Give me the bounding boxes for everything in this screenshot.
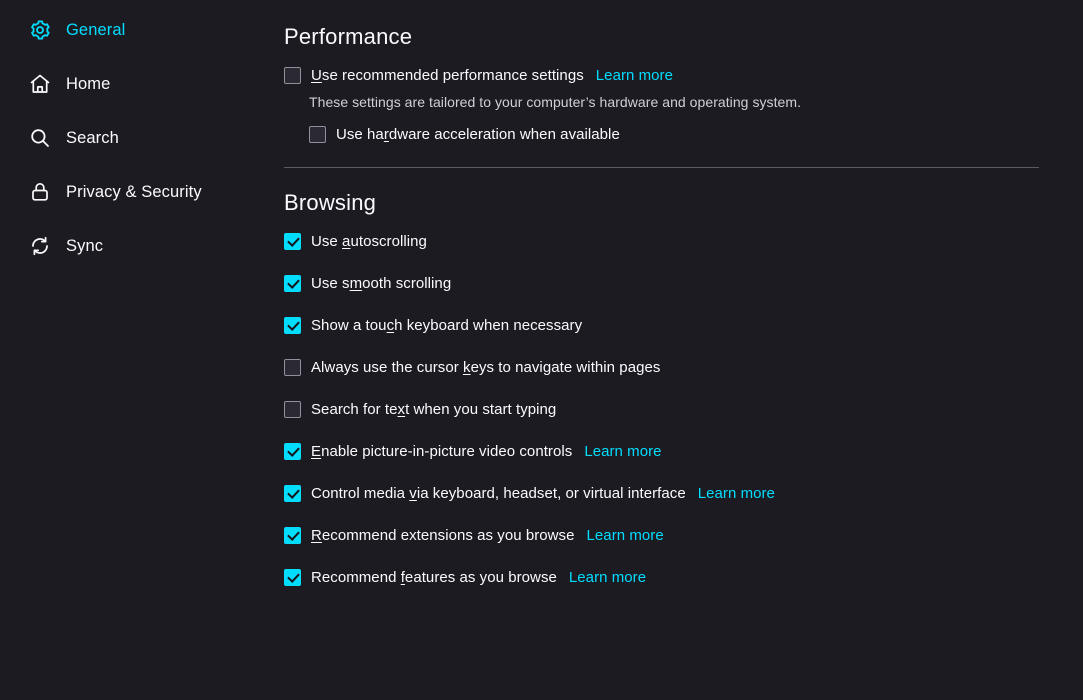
learn-more-link[interactable]: Learn more [698, 485, 775, 502]
settings-sidebar: General Home Search Privacy & Security S… [0, 0, 280, 700]
performance-section: Performance Use recommended performance … [280, 24, 1083, 169]
home-icon [28, 72, 52, 96]
checkbox-label: Show a touch keyboard when necessary [311, 317, 583, 335]
checkbox-row[interactable]: Use autoscrolling [280, 229, 1083, 255]
checkbox-row[interactable]: Enable picture-in-picture video controls… [280, 439, 1083, 465]
checkbox-row-recommended-performance[interactable]: Use recommended performance settings Lea… [280, 62, 1083, 88]
sidebar-item-sync[interactable]: Sync [8, 228, 272, 264]
search-icon [28, 126, 52, 150]
checkbox-row[interactable]: Use smooth scrolling [280, 271, 1083, 297]
lock-icon [28, 180, 52, 204]
checkbox-label: Recommend extensions as you browse [311, 527, 575, 545]
checkbox-browsing-option[interactable] [284, 275, 301, 293]
checkbox-row[interactable]: Recommend extensions as you browse Learn … [280, 523, 1083, 549]
checkbox-label: Use recommended performance settings [311, 66, 584, 84]
accesskey-letter: v [409, 485, 417, 503]
accesskey-letter: E [311, 443, 322, 461]
sidebar-item-search[interactable]: Search [8, 120, 272, 156]
checkbox-browsing-option[interactable] [284, 443, 301, 461]
browsing-heading: Browsing [284, 190, 377, 216]
accesskey-letter: m [349, 275, 363, 293]
checkbox-label: Control media via keyboard, headset, or … [311, 485, 686, 503]
sidebar-item-label: Home [66, 74, 111, 93]
accesskey-letter: c [386, 317, 395, 335]
accesskey-letter: R [311, 527, 322, 545]
performance-description: These settings are tailored to your comp… [309, 94, 802, 111]
checkbox-row-hardware-acceleration[interactable]: Use hardware acceleration when available [280, 121, 1083, 147]
learn-more-link[interactable]: Learn more [587, 527, 664, 544]
sidebar-item-home[interactable]: Home [8, 66, 272, 102]
sync-icon [28, 234, 52, 258]
section-divider [284, 167, 1039, 169]
accesskey-letter: k [463, 359, 471, 377]
checkbox-label: Recommend features as you browse [311, 569, 557, 587]
settings-main-panel: Performance Use recommended performance … [280, 0, 1083, 700]
checkbox-browsing-option[interactable] [284, 317, 301, 335]
checkbox-label: Enable picture-in-picture video controls [311, 443, 573, 461]
gear-icon [28, 18, 52, 42]
learn-more-link[interactable]: Learn more [584, 443, 661, 460]
sidebar-item-general[interactable]: General [8, 12, 272, 48]
checkbox-label: Use autoscrolling [311, 233, 427, 251]
learn-more-link[interactable]: Learn more [569, 569, 646, 586]
checkbox-browsing-option[interactable] [284, 233, 301, 251]
checkbox-browsing-option[interactable] [284, 359, 301, 377]
sidebar-item-label: Search [66, 128, 119, 147]
checkbox-label: Search for text when you start typing [311, 401, 557, 419]
checkbox-row[interactable]: Always use the cursor keys to navigate w… [280, 355, 1083, 381]
sidebar-item-label: General [66, 20, 126, 39]
checkbox-row[interactable]: Search for text when you start typing [280, 397, 1083, 423]
settings-window: General Home Search Privacy & Security S… [0, 0, 1083, 700]
sidebar-item-label: Sync [66, 236, 104, 255]
checkbox-label: Use smooth scrolling [311, 275, 452, 293]
checkbox-label: Always use the cursor keys to navigate w… [311, 359, 661, 377]
performance-heading: Performance [284, 24, 413, 49]
sidebar-item-privacy-security[interactable]: Privacy & Security [8, 174, 272, 210]
checkbox-label: Use hardware acceleration when available [336, 125, 620, 143]
browsing-options-list: Use autoscrolling Use smooth scrolling Sho… [280, 229, 1083, 591]
checkbox-row[interactable]: Recommend features as you browse Learn mo… [280, 565, 1083, 591]
sidebar-item-label: Privacy & Security [66, 182, 202, 201]
checkbox-use-hardware-acceleration[interactable] [309, 125, 326, 143]
checkbox-row[interactable]: Control media via keyboard, headset, or … [280, 481, 1083, 507]
checkbox-browsing-option[interactable] [284, 569, 301, 587]
checkbox-row[interactable]: Show a touch keyboard when necessary [280, 313, 1083, 339]
learn-more-link-performance[interactable]: Learn more [596, 67, 673, 84]
checkbox-browsing-option[interactable] [284, 485, 301, 503]
accesskey-letter: x [397, 401, 406, 419]
checkbox-browsing-option[interactable] [284, 401, 301, 419]
browsing-section: Browsing Use autoscrolling Use smooth scr… [280, 190, 1083, 590]
checkbox-use-recommended-performance-settings[interactable] [284, 66, 301, 84]
checkbox-browsing-option[interactable] [284, 527, 301, 545]
accesskey-letter: U [311, 66, 322, 84]
